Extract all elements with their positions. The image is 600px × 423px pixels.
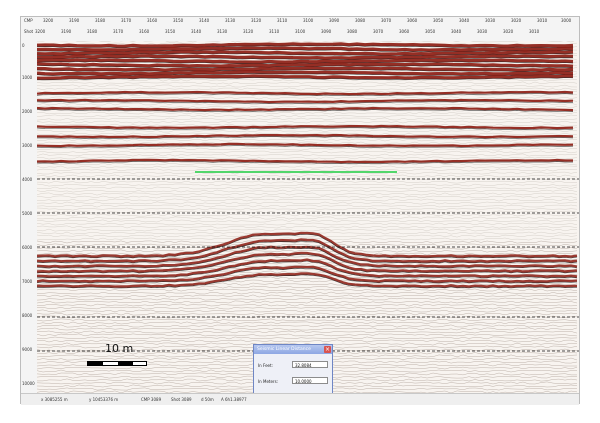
seismic-viewer-window: CMP 3200 3190 3180 3170 3160 3150 3140 3… (20, 16, 580, 405)
dialog-title: Seismic Linear Distance (257, 347, 311, 352)
shot-tick: 3080 (347, 29, 358, 34)
cmp-tick: 3140 (199, 18, 210, 23)
depth-tick: 7000 (22, 279, 33, 284)
feet-label: In Feet: (258, 363, 273, 368)
depth-tick: 5000 (22, 211, 33, 216)
depth-tick: 0 (22, 43, 25, 48)
depth-tick: 9000 (22, 347, 33, 352)
seismic-section[interactable]: 10 m Seismic Linear Distance × In Feet: … (37, 41, 579, 393)
shot-tick: 3140 (191, 29, 202, 34)
scale-bar-label: 10 m (105, 342, 134, 355)
cmp-tick: 3030 (485, 18, 496, 23)
cmp-ruler-row: CMP 3200 3190 3180 3170 3160 3150 3140 3… (21, 18, 579, 29)
shot-tick: 3100 (295, 29, 306, 34)
shot-tick: 3160 (139, 29, 150, 34)
cmp-tick: 3170 (121, 18, 132, 23)
shot-tick: 3020 (503, 29, 514, 34)
meters-field[interactable]: 10.0000 (292, 377, 328, 384)
shot-tick: 3120 (243, 29, 254, 34)
cmp-tick: 3130 (225, 18, 236, 23)
cmp-tick: 3110 (277, 18, 288, 23)
shot-tick: 3040 (451, 29, 462, 34)
cmp-tick: 3160 (147, 18, 158, 23)
cmp-label: CMP (24, 18, 33, 23)
cmp-tick: 3050 (433, 18, 444, 23)
depth-tick: 10000 (22, 381, 35, 386)
cmp-tick: 3040 (459, 18, 470, 23)
status-distance: d 50m (201, 397, 214, 402)
shot-tick: 3170 (113, 29, 124, 34)
feet-field[interactable]: 32.8084 (292, 361, 328, 368)
shot-label: Shot (24, 29, 34, 34)
depth-ruler: 0 1000 2000 3000 4000 5000 6000 7000 800… (21, 41, 38, 393)
top-ruler: CMP 3200 3190 3180 3170 3160 3150 3140 3… (21, 17, 579, 42)
shot-tick: 3130 (217, 29, 228, 34)
depth-tick: 8000 (22, 313, 33, 318)
cmp-tick: 3190 (69, 18, 80, 23)
cmp-tick: 3200 (43, 18, 54, 23)
cmp-tick: 3020 (511, 18, 522, 23)
cmp-tick: 3090 (329, 18, 340, 23)
cmp-tick: 3180 (95, 18, 106, 23)
cmp-tick: 3150 (173, 18, 184, 23)
shot-tick: 3070 (373, 29, 384, 34)
cmp-tick: 3010 (537, 18, 548, 23)
status-bar: x 3085255 m y 10453376 m CMP 3089 Shot 3… (21, 393, 579, 405)
scale-bar: 10 m (87, 342, 147, 370)
shot-tick: 3180 (87, 29, 98, 34)
status-amplitude: A 6h1.38977 (221, 397, 247, 402)
depth-tick: 2000 (22, 109, 33, 114)
shot-tick: 3150 (165, 29, 176, 34)
depth-tick: 6000 (22, 245, 33, 250)
depth-tick: 4000 (22, 177, 33, 182)
status-shot: Shot 3089 (171, 397, 192, 402)
cmp-tick: 3000 (561, 18, 572, 23)
dialog-title-bar[interactable]: Seismic Linear Distance × (254, 345, 332, 354)
shot-tick: 3200 (35, 29, 46, 34)
scale-bar-graphic (87, 361, 147, 366)
status-y: y 10453376 m (89, 397, 119, 402)
status-x: x 3085255 m (41, 397, 68, 402)
shot-tick: 3060 (399, 29, 410, 34)
shot-tick: 3190 (61, 29, 72, 34)
seismic-section-canvas[interactable] (37, 41, 579, 393)
cmp-tick: 3120 (251, 18, 262, 23)
shot-tick: 3050 (425, 29, 436, 34)
cmp-tick: 3100 (303, 18, 314, 23)
shot-tick: 3010 (529, 29, 540, 34)
close-icon[interactable]: × (324, 346, 331, 353)
shot-tick: 3090 (321, 29, 332, 34)
shot-tick: 3030 (477, 29, 488, 34)
cmp-tick: 3070 (381, 18, 392, 23)
shot-ruler-row: Shot 3200 3190 3180 3170 3160 3150 3140 … (21, 29, 579, 40)
depth-tick: 3000 (22, 143, 33, 148)
cmp-tick: 3060 (407, 18, 418, 23)
shot-tick: 3110 (269, 29, 280, 34)
depth-tick: 1000 (22, 75, 33, 80)
status-cmp: CMP 3089 (141, 397, 162, 402)
linear-distance-dialog[interactable]: Seismic Linear Distance × In Feet: 32.80… (253, 344, 333, 393)
cmp-tick: 3080 (355, 18, 366, 23)
meters-label: In Meters: (258, 379, 279, 384)
